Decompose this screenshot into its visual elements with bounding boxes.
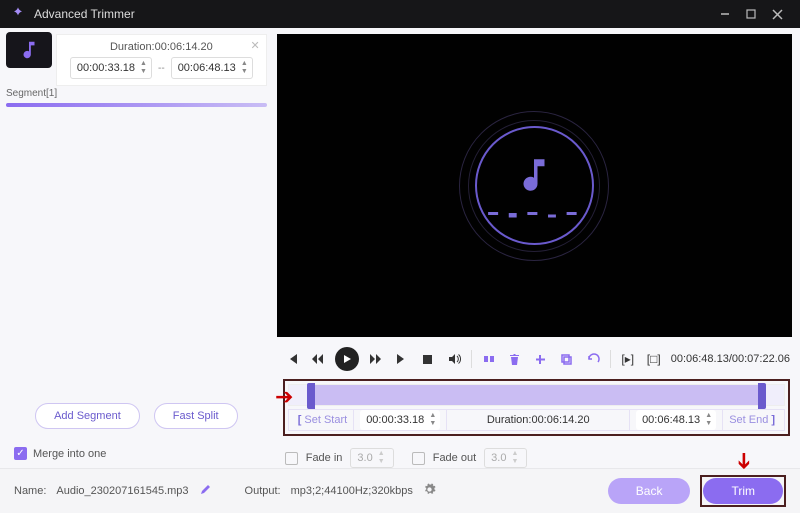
segment-end-input[interactable]: 00:06:48.13 ▲▼ [171, 57, 253, 79]
music-note-icon [513, 154, 555, 196]
skip-start-icon[interactable] [283, 350, 301, 368]
rewind-icon[interactable] [309, 350, 327, 368]
spin-up-icon[interactable]: ▲ [138, 60, 149, 68]
equalizer-icon: ▬ ▃ ▬ ▂ ▬ [488, 207, 581, 218]
fade-out-label: Fade out [433, 452, 476, 464]
music-note-icon [18, 39, 40, 61]
preview-area: ▬ ▃ ▬ ▂ ▬ [277, 34, 792, 337]
cut-icon[interactable] [480, 350, 498, 368]
close-button[interactable] [764, 0, 790, 28]
copy-icon[interactable] [558, 350, 576, 368]
left-panel: ✕ Duration:00:06:14.20 00:00:33.18 ▲▼ --… [0, 28, 273, 468]
trim-values-row: [Set Start 00:00:33.18 ▲▼ Duration:00:06… [288, 409, 785, 431]
checkbox-checked-icon[interactable] [14, 447, 27, 460]
merge-label: Merge into one [33, 448, 106, 460]
waveform-selection [311, 385, 762, 405]
stop-icon[interactable] [419, 350, 437, 368]
output-value: mp3;2;44100Hz;320kbps [291, 485, 413, 497]
trim-duration-label: Duration:00:06:14.20 [447, 410, 630, 430]
trim-button[interactable]: Trim [703, 478, 783, 504]
fade-out-checkbox[interactable] [412, 452, 425, 465]
minimize-button[interactable] [712, 0, 738, 28]
fade-in-checkbox[interactable] [285, 452, 298, 465]
right-panel: ▬ ▃ ▬ ▂ ▬ [273, 28, 800, 468]
volume-icon[interactable] [445, 350, 463, 368]
trim-editor-highlight: [Set Start 00:00:33.18 ▲▼ Duration:00:06… [283, 379, 790, 436]
delete-icon[interactable] [506, 350, 524, 368]
footer-bar: Name: Audio_230207161545.mp3 Output: mp3… [0, 468, 800, 513]
edit-name-icon[interactable] [199, 484, 211, 499]
segment-thumbnail[interactable] [6, 32, 52, 68]
bracket-in-icon[interactable]: [▸] [619, 350, 637, 368]
bracket-out-icon[interactable]: [□] [645, 350, 663, 368]
fade-out-value: 3.0 ▲▼ [484, 448, 527, 468]
spin-down-icon[interactable]: ▼ [703, 420, 714, 428]
undo-icon[interactable] [584, 350, 602, 368]
skip-end-icon[interactable] [393, 350, 411, 368]
spin-down-icon[interactable]: ▼ [427, 420, 438, 428]
play-button[interactable] [335, 347, 359, 371]
add-segment-button[interactable]: Add Segment [35, 403, 140, 429]
spin-up-icon[interactable]: ▲ [239, 60, 250, 68]
playback-timecode: 00:06:48.13/00:07:22.06 [671, 353, 790, 365]
set-start-button[interactable]: [Set Start [289, 410, 354, 430]
titlebar: Advanced Trimmer [0, 0, 800, 28]
add-icon[interactable] [532, 350, 550, 368]
trim-handle-right[interactable] [758, 383, 766, 409]
fade-row: Fade in 3.0 ▲▼ Fade out 3.0 ▲▼ [273, 442, 800, 468]
maximize-button[interactable] [738, 0, 764, 28]
name-label: Name: [14, 485, 46, 497]
segment-label: Segment[1] [6, 88, 273, 99]
segment-close-icon[interactable]: ✕ [251, 39, 260, 52]
set-end-button[interactable]: Set End] [723, 410, 784, 430]
forward-icon[interactable] [367, 350, 385, 368]
main-area: ✕ Duration:00:06:14.20 00:00:33.18 ▲▼ --… [0, 28, 800, 468]
segment-card: ✕ Duration:00:06:14.20 00:00:33.18 ▲▼ --… [56, 34, 267, 86]
fade-in-value: 3.0 ▲▼ [350, 448, 393, 468]
trim-end-input[interactable]: 00:06:48.13 ▲▼ [636, 410, 716, 430]
back-button[interactable]: Back [608, 478, 691, 504]
preview-circle: ▬ ▃ ▬ ▂ ▬ [459, 111, 609, 261]
spin-up-icon[interactable]: ▲ [703, 412, 714, 420]
waveform-track[interactable] [288, 384, 785, 406]
merge-checkbox-row[interactable]: Merge into one [0, 439, 273, 468]
playback-controls: [▸] [□] 00:06:48.13/00:07:22.06 [273, 341, 800, 375]
window-title: Advanced Trimmer [34, 7, 712, 21]
spin-up-icon[interactable]: ▲ [427, 412, 438, 420]
segment-start-input[interactable]: 00:00:33.18 ▲▼ [70, 57, 152, 79]
spin-down-icon[interactable]: ▼ [138, 68, 149, 76]
output-label: Output: [245, 485, 281, 497]
segment-duration-label: Duration:00:06:14.20 [65, 41, 258, 53]
spin-down-icon[interactable]: ▼ [239, 68, 250, 76]
trim-start-input[interactable]: 00:00:33.18 ▲▼ [360, 410, 440, 430]
app-logo-icon [10, 6, 26, 22]
file-name: Audio_230207161545.mp3 [56, 485, 188, 497]
output-settings-icon[interactable] [423, 483, 436, 499]
trim-handle-left[interactable] [307, 383, 315, 409]
trim-button-highlight: Trim [700, 475, 786, 507]
fast-split-button[interactable]: Fast Split [154, 403, 238, 429]
segment-separator: -- [158, 63, 165, 74]
fade-in-label: Fade in [306, 452, 343, 464]
